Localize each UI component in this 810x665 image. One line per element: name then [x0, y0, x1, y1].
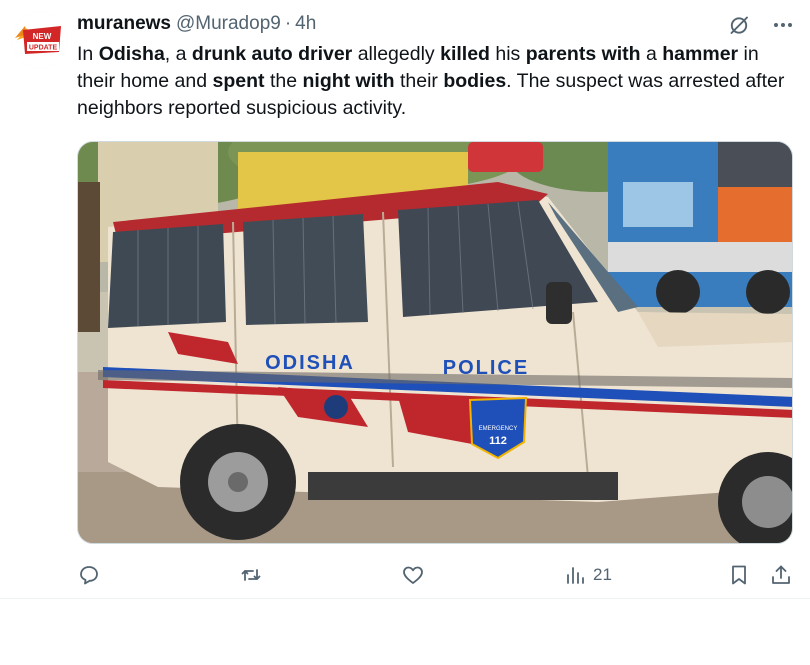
door-text-odisha: ODISHA [265, 352, 355, 374]
share-icon [769, 563, 793, 587]
tweet-text-segment: a [640, 43, 663, 65]
news-update-logo: NEW UPDATE [11, 12, 67, 68]
tweet-text-segment: their [394, 70, 444, 92]
tweet-text-segment: allegedly [352, 43, 441, 65]
avatar-badge-line2: UPDATE [29, 45, 58, 52]
emblem-caption: EMERGENCY [479, 426, 518, 432]
more-icon[interactable] [770, 12, 796, 38]
author-name[interactable]: muranews [77, 13, 171, 35]
author-handle[interactable]: @Muradop9 [176, 13, 281, 35]
tweet-text-segment: , a [164, 43, 192, 65]
tweet-text-bold: spent [212, 70, 265, 92]
bookmark-button[interactable] [727, 560, 751, 590]
tweet-header: muranews @Muradop9 · 4h [77, 12, 316, 36]
views-button[interactable]: 21 [565, 560, 612, 590]
tweet-text-segment: his [489, 43, 526, 65]
tweet[interactable]: NEW UPDATE muranews @Muradop9 · 4h In Od… [0, 0, 810, 598]
retweet-icon [239, 563, 263, 587]
tweet-text-bold: night with [302, 70, 395, 92]
tweet-text-bold: hammer [662, 43, 739, 65]
tweet-divider [0, 598, 810, 599]
grok-icon[interactable] [726, 12, 752, 38]
tweet-text: In Odisha, a drunk auto driver allegedly… [77, 41, 797, 122]
tweet-time[interactable]: 4h [295, 13, 316, 35]
tweet-text-segment: the [264, 70, 303, 92]
retweet-button[interactable] [239, 560, 263, 590]
door-text-police: POLICE [443, 357, 529, 379]
police-vehicle-photo: ODISHA POLICE EMERGENCY 112 [78, 142, 792, 543]
emblem-number: 112 [489, 435, 507, 447]
tweet-text-bold: drunk auto driver [191, 43, 353, 65]
tweet-text-segment: In [77, 43, 99, 65]
tweet-media-image[interactable]: ODISHA POLICE EMERGENCY 112 [77, 141, 793, 544]
avatar-badge-line1: NEW [33, 32, 52, 41]
like-icon [401, 563, 425, 587]
share-button[interactable] [769, 560, 793, 590]
tweet-text-bold: bodies [443, 70, 507, 92]
bookmark-icon [727, 563, 751, 587]
like-button[interactable] [401, 560, 425, 590]
header-separator: · [284, 13, 292, 34]
reply-button[interactable] [77, 560, 101, 590]
tweet-top-actions [726, 12, 796, 38]
views-count: 21 [593, 565, 612, 584]
views-icon [565, 564, 587, 586]
tweet-actions: 21 [77, 560, 797, 590]
tweet-text-bold: killed [440, 43, 490, 65]
tweet-text-bold: Odisha [98, 43, 165, 65]
tweet-text-bold: parents with [525, 43, 641, 65]
reply-icon [77, 563, 101, 587]
avatar[interactable]: NEW UPDATE [11, 12, 67, 68]
